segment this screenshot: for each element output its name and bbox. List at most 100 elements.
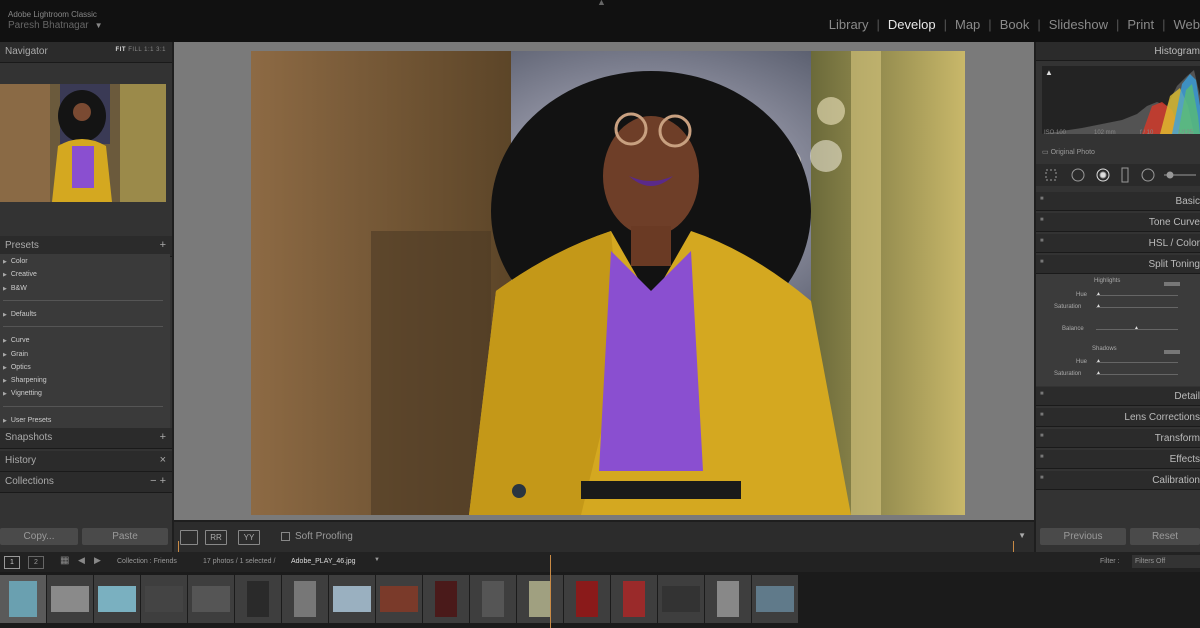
user-name[interactable]: Paresh Bhatnagar ▼ bbox=[8, 20, 103, 31]
disclosure-triangle-icon[interactable]: ▶ bbox=[3, 418, 7, 424]
section-toggle-icon[interactable]: ■ bbox=[1040, 391, 1044, 397]
filmstrip-thumbnail[interactable] bbox=[282, 575, 328, 623]
section-tone-curve[interactable]: ■ Tone Curve bbox=[1036, 213, 1200, 232]
section-toggle-icon[interactable]: ■ bbox=[1040, 217, 1044, 223]
section-transform[interactable]: ■ Transform bbox=[1036, 429, 1200, 448]
disclosure-triangle-icon[interactable]: ▶ bbox=[3, 338, 7, 344]
primary-window-button[interactable]: 1 bbox=[4, 556, 20, 569]
filmstrip-thumbnail[interactable] bbox=[705, 575, 751, 623]
copy-button[interactable]: Copy... bbox=[0, 528, 78, 545]
module-slideshow[interactable]: Slideshow bbox=[1049, 17, 1108, 32]
section-toggle-icon[interactable]: ■ bbox=[1040, 454, 1044, 460]
filmstrip-thumbnail[interactable] bbox=[658, 575, 704, 623]
add-preset-icon[interactable]: + bbox=[160, 239, 166, 251]
module-map[interactable]: Map bbox=[955, 17, 980, 32]
shadows-hue-slider[interactable] bbox=[1096, 362, 1178, 363]
highlights-swatch[interactable] bbox=[1164, 282, 1180, 286]
slider-thumb-icon[interactable]: ▲ bbox=[1096, 370, 1101, 376]
preset-folder[interactable]: ▶ Defaults bbox=[3, 311, 37, 318]
disclosure-triangle-icon[interactable]: ▶ bbox=[3, 272, 7, 278]
preset-folder[interactable]: ▶ Grain bbox=[3, 351, 28, 358]
module-book[interactable]: Book bbox=[1000, 17, 1030, 32]
section-effects[interactable]: ■ Effects bbox=[1036, 450, 1200, 469]
collections-header[interactable]: Collections − + bbox=[0, 472, 172, 493]
preset-folder[interactable]: ▶ Color bbox=[3, 258, 28, 265]
preset-folder[interactable]: ▶ Vignetting bbox=[3, 390, 42, 397]
section-toggle-icon[interactable]: ■ bbox=[1040, 475, 1044, 481]
section-basic[interactable]: ■ Basic bbox=[1036, 192, 1200, 211]
navigator-zoom-options[interactable]: FIT FILL 1:1 3:1 bbox=[116, 47, 166, 53]
back-arrow-icon[interactable]: ◀ bbox=[78, 555, 85, 566]
preset-folder[interactable]: ▶ Creative bbox=[3, 271, 37, 278]
preset-folder[interactable]: ▶ B&W bbox=[3, 285, 27, 292]
filmstrip-thumbnail[interactable] bbox=[47, 575, 93, 623]
main-photo[interactable] bbox=[251, 51, 965, 515]
filmstrip-thumbnail[interactable] bbox=[188, 575, 234, 623]
toolbar-menu-icon[interactable]: ▼ bbox=[1018, 531, 1026, 540]
filmstrip-thumbnail[interactable] bbox=[564, 575, 610, 623]
filmstrip-thumbnail[interactable] bbox=[611, 575, 657, 623]
slider-thumb-icon[interactable]: ▲ bbox=[1096, 358, 1101, 364]
reset-button[interactable]: Reset bbox=[1130, 528, 1200, 545]
graduated-filter-icon[interactable] bbox=[1121, 167, 1129, 183]
module-web[interactable]: Web bbox=[1174, 17, 1200, 32]
zoom-option[interactable]: FIT bbox=[116, 47, 129, 53]
filename[interactable]: Adobe_PLAY_46.jpg bbox=[291, 558, 355, 565]
disclosure-triangle-icon[interactable]: ▶ bbox=[3, 352, 7, 358]
filmstrip-resize-handle[interactable] bbox=[550, 555, 551, 628]
slider-thumb-icon[interactable]: ▲ bbox=[1134, 325, 1139, 331]
section-toggle-icon[interactable]: ■ bbox=[1040, 196, 1044, 202]
highlights-hue-slider[interactable] bbox=[1096, 295, 1178, 296]
disclosure-triangle-icon[interactable]: ▶ bbox=[3, 286, 7, 292]
disclosure-triangle-icon[interactable]: ▶ bbox=[3, 259, 7, 265]
secondary-window-button[interactable]: 2 bbox=[28, 556, 44, 569]
highlights-saturation-slider[interactable] bbox=[1096, 307, 1178, 308]
module-develop[interactable]: Develop bbox=[888, 17, 936, 32]
disclosure-triangle-icon[interactable]: ▶ bbox=[3, 312, 7, 318]
zoom-option[interactable]: 1:1 bbox=[144, 47, 156, 53]
preset-folder[interactable]: ▶ Sharpening bbox=[3, 377, 47, 384]
zoom-option[interactable]: FILL bbox=[128, 47, 144, 53]
preset-folder[interactable]: ▶ Optics bbox=[3, 364, 31, 371]
collapse-top-icon[interactable]: ▲ bbox=[597, 0, 606, 7]
section-detail[interactable]: ■ Detail bbox=[1036, 387, 1200, 406]
filmstrip-thumbnail[interactable] bbox=[423, 575, 469, 623]
shadows-saturation-slider[interactable] bbox=[1096, 374, 1178, 375]
filmstrip-thumbnail[interactable] bbox=[329, 575, 375, 623]
chevron-down-icon[interactable]: ▼ bbox=[95, 21, 103, 30]
filmstrip-thumbnail[interactable] bbox=[94, 575, 140, 623]
section-calibration[interactable]: ■ Calibration bbox=[1036, 471, 1200, 490]
shadows-swatch[interactable] bbox=[1164, 350, 1180, 354]
filename-menu-icon[interactable]: ▼ bbox=[374, 557, 380, 563]
section-split-toning[interactable]: ■ Split Toning bbox=[1036, 255, 1200, 274]
section-lens-corrections[interactable]: ■ Lens Corrections bbox=[1036, 408, 1200, 427]
disclosure-triangle-icon[interactable]: ▶ bbox=[3, 378, 7, 384]
zoom-option[interactable]: 3:1 bbox=[156, 47, 166, 53]
navigator-header[interactable]: Navigator FIT FILL 1:1 3:1 bbox=[0, 42, 172, 63]
add-snapshot-icon[interactable]: + bbox=[160, 431, 166, 443]
slider-thumb-icon[interactable]: ▲ bbox=[1096, 303, 1101, 309]
filmstrip-thumbnail[interactable] bbox=[235, 575, 281, 623]
navigator-preview[interactable] bbox=[0, 84, 166, 202]
section-toggle-icon[interactable]: ■ bbox=[1040, 238, 1044, 244]
collection-label[interactable]: Collection : Friends bbox=[117, 558, 177, 565]
clear-history-icon[interactable]: × bbox=[160, 454, 166, 466]
filmstrip-thumbnail[interactable] bbox=[376, 575, 422, 623]
paste-button[interactable]: Paste bbox=[82, 528, 168, 545]
original-photo-toggle[interactable]: ▭ Original Photo bbox=[1042, 148, 1095, 156]
section-toggle-icon[interactable]: ■ bbox=[1040, 433, 1044, 439]
filmstrip-thumbnail[interactable] bbox=[141, 575, 187, 623]
filmstrip-thumbnail[interactable] bbox=[752, 575, 798, 623]
disclosure-triangle-icon[interactable]: ▶ bbox=[3, 365, 7, 371]
radial-filter-icon[interactable] bbox=[1141, 168, 1155, 182]
disclosure-triangle-icon[interactable]: ▶ bbox=[3, 391, 7, 397]
module-print[interactable]: Print bbox=[1127, 17, 1154, 32]
histogram-graph[interactable]: ▲ bbox=[1042, 66, 1200, 134]
slider-thumb-icon[interactable]: ▲ bbox=[1096, 291, 1101, 297]
section-toggle-icon[interactable]: ■ bbox=[1040, 259, 1044, 265]
history-header[interactable]: History × bbox=[0, 451, 172, 472]
filmstrip-thumbnail[interactable] bbox=[470, 575, 516, 623]
checkbox-icon[interactable] bbox=[281, 531, 290, 541]
preset-folder[interactable]: ▶ Curve bbox=[3, 337, 30, 344]
previous-button[interactable]: Previous bbox=[1040, 528, 1126, 545]
